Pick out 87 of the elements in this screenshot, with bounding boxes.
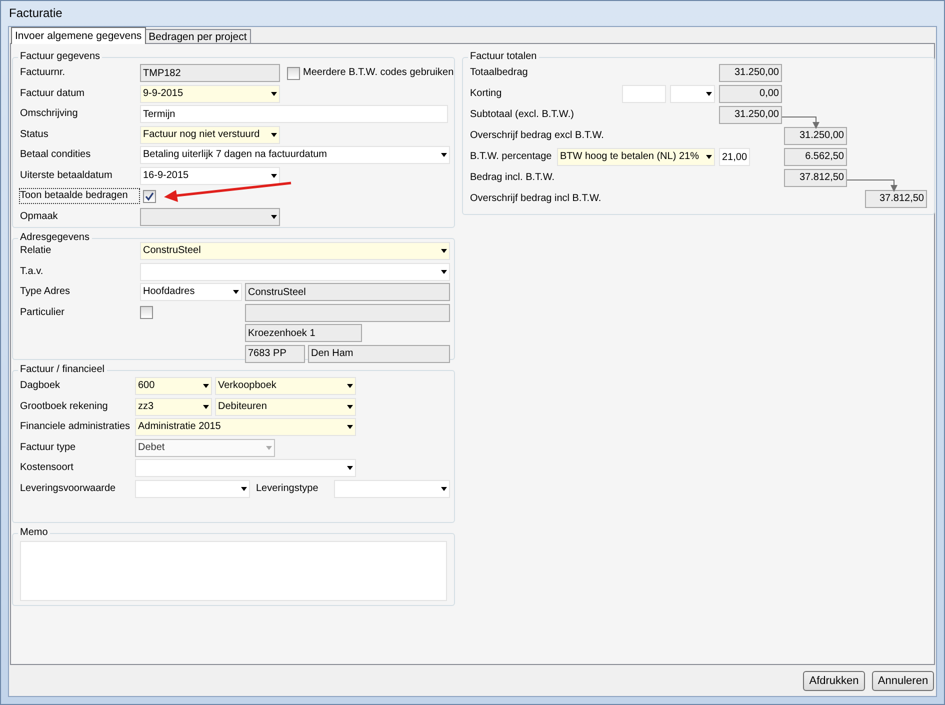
text-field[interactable]: TMP182	[140, 64, 280, 82]
caret-icon	[347, 384, 353, 388]
dropdown-field[interactable]: Factuur nog niet verstuurd	[140, 126, 280, 144]
field-label: Toon betaalde bedragen	[20, 189, 139, 203]
memo-field[interactable]	[20, 541, 447, 601]
caret-icon	[347, 466, 353, 470]
caret-icon	[441, 486, 447, 490]
field-label: Status	[20, 128, 50, 142]
text-field[interactable]	[245, 304, 450, 322]
dropdown-field[interactable]: 16-9-2015	[140, 166, 280, 184]
dialog-button[interactable]: Afdrukken	[803, 670, 865, 690]
caret-icon	[271, 214, 277, 218]
dropdown-field[interactable]: Verkoopboek	[215, 377, 356, 395]
field-label: Factuur type	[20, 440, 77, 454]
dropdown-field[interactable]: ConstruSteel	[140, 242, 450, 260]
caret-icon	[441, 249, 447, 253]
checkbox-label: Meerdere B.T.W. codes gebruiken	[303, 67, 454, 79]
field-label: Grootboek rekening	[20, 400, 109, 414]
caret-icon	[441, 153, 447, 157]
dropdown-field[interactable]: Hoofdadres	[140, 283, 242, 301]
field-label: Factuur datum	[20, 86, 86, 100]
dialog-button[interactable]: Annuleren	[872, 670, 934, 690]
field-label: Dagboek	[20, 379, 62, 393]
checkbox[interactable]	[143, 190, 156, 202]
dropdown-field[interactable]: 9-9-2015	[140, 84, 280, 102]
field-label: B.T.W. percentage	[470, 150, 553, 164]
caret-icon	[271, 92, 277, 96]
amount-field[interactable]: 31.250,00	[784, 127, 847, 145]
group-title: Adresgegevens	[18, 231, 92, 244]
dropdown-field[interactable]: Administratie 2015	[135, 418, 356, 436]
field-label: Omschrijving	[20, 107, 79, 121]
caret-icon	[441, 270, 447, 274]
field-label: Uiterste betaaldatum	[20, 168, 114, 182]
field-label: Overschrijf bedrag excl B.T.W.	[470, 129, 605, 143]
text-field[interactable]: Termijn	[140, 105, 448, 123]
caret-icon	[203, 404, 209, 408]
field-label: Leveringstype	[256, 482, 320, 496]
field-label: T.a.v.	[20, 264, 44, 278]
tab[interactable]: Bedragen per project	[144, 29, 251, 44]
dropdown-field[interactable]: Debiteuren	[215, 398, 356, 416]
text-field[interactable]: Kroezenhoek 1	[245, 324, 362, 342]
dropdown-field[interactable]: BTW hoog te betalen (NL) 21%	[557, 148, 715, 166]
field-label: Type Adres	[20, 285, 72, 299]
amount-field[interactable]: 6.562,50	[784, 148, 847, 166]
field-label: Financiele administraties	[20, 420, 131, 434]
field-label: Particulier	[20, 306, 66, 320]
checkbox[interactable]	[287, 66, 300, 80]
field-label: Subtotaal (excl. B.T.W.)	[470, 108, 575, 122]
caret-icon	[706, 155, 712, 159]
caret-icon	[241, 486, 247, 490]
group-title: Factuur gegevens	[18, 50, 102, 63]
amount-field[interactable]: 31.250,00	[719, 64, 782, 82]
caret-icon	[233, 290, 239, 294]
field-label: Overschrijf bedrag incl B.T.W.	[470, 192, 602, 206]
text-field[interactable]: 21,00	[719, 148, 750, 166]
connector-arrow	[846, 180, 898, 192]
dropdown-field[interactable]	[140, 208, 280, 226]
caret-icon	[347, 425, 353, 429]
dropdown-field[interactable]: zz3	[135, 398, 212, 416]
amount-field[interactable]: 37.812,50	[784, 169, 847, 187]
caret-icon	[706, 92, 712, 96]
field-label: Totaalbedrag	[470, 66, 529, 80]
dropdown-field[interactable]: 600	[135, 377, 212, 395]
connector-arrow	[782, 116, 820, 129]
field-label: Opmaak	[20, 210, 59, 224]
text-field[interactable]: 7683 PP	[245, 344, 305, 362]
checkbox[interactable]	[140, 306, 153, 319]
amount-field[interactable]: 37.812,50	[865, 190, 927, 208]
caret-icon	[271, 132, 277, 136]
caret-icon	[271, 174, 277, 178]
tab[interactable]: Invoer algemene gegevens	[11, 27, 146, 44]
text-field[interactable]: Den Ham	[308, 344, 450, 362]
caret-icon	[203, 384, 209, 388]
window-title: Facturatie	[9, 6, 62, 20]
field-label: Kostensoort	[20, 461, 74, 475]
caret-icon	[266, 446, 272, 450]
text-field[interactable]: ConstruSteel	[245, 283, 450, 301]
field-label: Betaal condities	[20, 148, 92, 162]
field-label: Relatie	[20, 244, 52, 258]
caret-icon	[347, 404, 353, 408]
amount-field[interactable]: 0,00	[719, 85, 782, 103]
field-label: Factuurnr.	[20, 66, 66, 80]
field-label: Leveringsvoorwaarde	[20, 482, 117, 496]
amount-field[interactable]: 31.250,00	[719, 106, 782, 124]
field-label: Bedrag incl. B.T.W.	[470, 171, 556, 185]
dropdown-field[interactable]: Betaling uiterlijk 7 dagen na factuurdatum	[140, 146, 450, 164]
field-label: Korting	[470, 87, 503, 101]
